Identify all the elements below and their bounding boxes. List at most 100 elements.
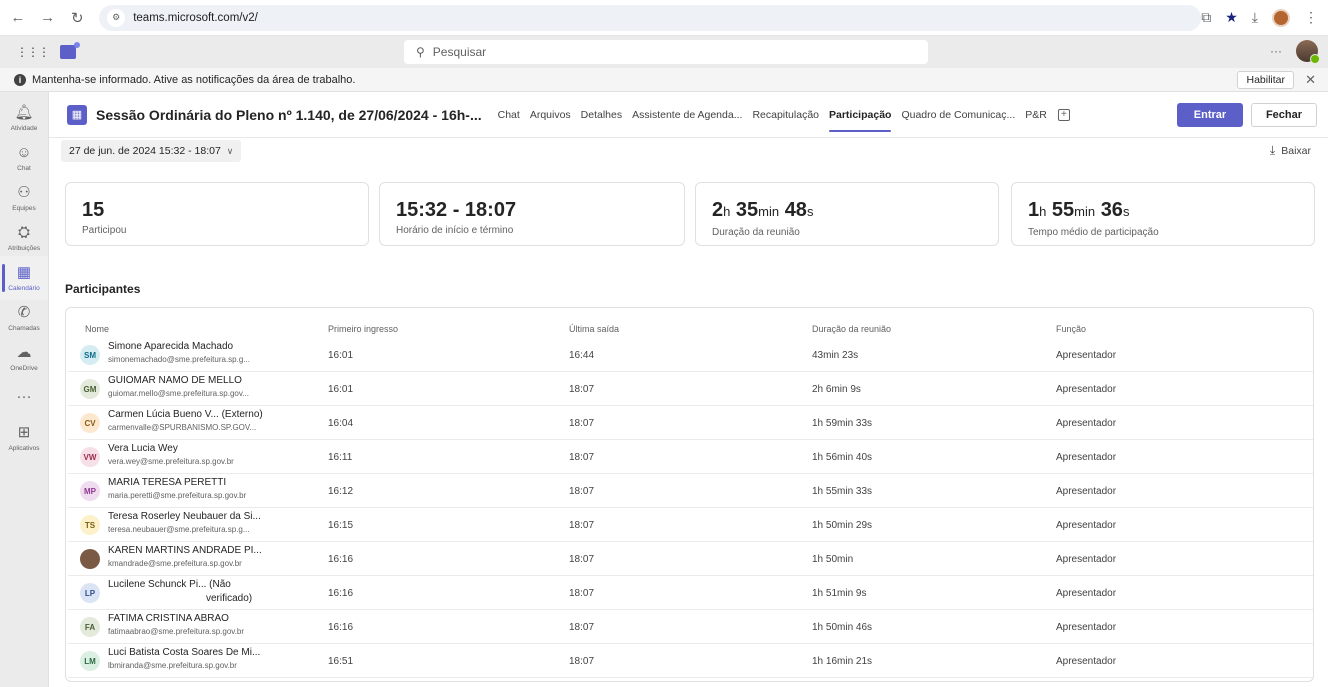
close-button[interactable]: Fechar xyxy=(1251,103,1317,127)
phone-icon: ✆ xyxy=(17,303,31,321)
last-leave-time: 18:07 xyxy=(569,452,595,463)
start-end-label: Horário de início e término xyxy=(396,225,514,236)
table-row[interactable]: SM Simone Aparecida Machado simonemachado@… xyxy=(68,338,1313,372)
info-icon: i xyxy=(14,73,26,86)
header-last-leave[interactable]: Última saída xyxy=(569,324,619,334)
header-duration[interactable]: Duração da reunião xyxy=(812,324,891,334)
table-row[interactable]: LP Lucilene Schunck Pi... (Não verificado)… xyxy=(68,576,1313,610)
rail-item-apps[interactable]: ⊞ Aplicativos xyxy=(0,416,48,460)
avatar xyxy=(80,549,100,569)
url-text: teams.microsoft.com/v2/ xyxy=(133,11,258,24)
tab-files[interactable]: Arquivos xyxy=(525,92,576,138)
download-button[interactable]: ⤓ Baixar xyxy=(1270,143,1311,158)
last-leave-time: 16:44 xyxy=(569,350,595,361)
header-first-join[interactable]: Primeiro ingresso xyxy=(328,324,398,334)
tab-chat[interactable]: Chat xyxy=(493,92,525,138)
attendance-duration: 43min 23s xyxy=(812,350,859,361)
attendance-duration: 1h 55min 33s xyxy=(812,486,873,497)
download-label: Baixar xyxy=(1281,144,1311,157)
attendance-duration: 1h 51min 9s xyxy=(812,588,867,599)
table-row[interactable]: CV Carmen Lúcia Bueno V... (Externo) carme… xyxy=(68,406,1313,440)
close-icon[interactable]: ✕ xyxy=(1305,72,1316,88)
last-leave-time: 18:07 xyxy=(569,622,595,633)
participant-name: Lucilene Schunck Pi... (Não xyxy=(108,579,231,590)
user-avatar[interactable] xyxy=(1296,40,1320,64)
rail-item-teams[interactable]: ⚇ Equipes xyxy=(0,176,48,220)
role: Apresentador xyxy=(1056,588,1117,599)
header-role[interactable]: Função xyxy=(1056,324,1086,334)
attendance-duration: 2h 6min 9s xyxy=(812,384,861,395)
table-row[interactable]: FA FATIMA CRISTINA ABRAO fatimaabrao@sme.p… xyxy=(68,610,1313,644)
download-icon[interactable]: ⤓ xyxy=(1252,9,1258,26)
bookmark-star-icon[interactable]: ★ xyxy=(1225,9,1238,26)
tab-qa[interactable]: P&R xyxy=(1020,92,1052,138)
stat-card-participants: 15 Participou xyxy=(65,182,369,246)
search-icon: ⚲ xyxy=(416,45,425,59)
rail-item-calendar[interactable]: ▦ Calendário xyxy=(0,256,48,300)
rail-item-activity[interactable]: 🔔︎ Atividade xyxy=(0,96,48,140)
avatar: SM xyxy=(80,345,100,365)
back-icon[interactable]: ← xyxy=(6,6,30,30)
role: Apresentador xyxy=(1056,520,1117,531)
site-info-icon[interactable]: ⚙ xyxy=(107,8,126,27)
participants-heading: Participantes xyxy=(65,282,141,296)
add-tab-icon[interactable]: + xyxy=(1057,108,1070,121)
first-join-time: 16:15 xyxy=(328,520,354,531)
rail-item-chat[interactable]: ☺ Chat xyxy=(0,136,48,180)
app-rail: 🔔︎ Atividade ☺ Chat ⚇ Equipes ⛭ Atribuiç… xyxy=(0,92,48,687)
header-name[interactable]: Nome xyxy=(85,324,109,334)
role: Apresentador xyxy=(1056,350,1117,361)
stat-card-average: 1h 55min 36s Tempo médio de participação xyxy=(1011,182,1315,246)
table-row[interactable]: TS Teresa Roserley Neubauer da Si... teres… xyxy=(68,508,1313,542)
date-range-dropdown[interactable]: 27 de jun. de 2024 15:32 - 18:07 ∨ xyxy=(61,140,242,162)
first-join-time: 16:11 xyxy=(328,452,353,463)
attendance-duration: 1h 16min 21s xyxy=(812,656,873,667)
avatar: TS xyxy=(80,515,100,535)
participant-name: Simone Aparecida Machado xyxy=(108,341,234,352)
last-leave-time: 18:07 xyxy=(569,486,595,497)
first-join-time: 16:16 xyxy=(328,588,354,599)
participant-name: KAREN MARTINS ANDRADE PI... xyxy=(108,545,262,556)
avatar: VW xyxy=(80,447,100,467)
attendance-duration: 1h 50min 29s xyxy=(812,520,873,531)
more-options-icon[interactable]: ··· xyxy=(1270,44,1282,58)
tab-agenda-assistant[interactable]: Assistente de Agenda... xyxy=(627,92,747,138)
tab-attendance[interactable]: Participação xyxy=(824,92,896,138)
participant-name: FATIMA CRISTINA ABRAO xyxy=(108,613,229,624)
table-row[interactable]: VW Vera Lucia Wey vera.wey@sme.prefeitura.… xyxy=(68,440,1313,474)
teams-header: ⋮⋮⋮ ⚲ Pesquisar ··· xyxy=(0,36,1328,68)
reload-icon[interactable]: ↻ xyxy=(65,6,89,30)
tab-communication-board[interactable]: Quadro de Comunicaç... xyxy=(896,92,1020,138)
rail-item-more[interactable]: ··· xyxy=(0,376,48,420)
address-bar[interactable]: ⚙ teams.microsoft.com/v2/ xyxy=(99,4,1202,31)
last-leave-time: 18:07 xyxy=(569,656,595,667)
last-leave-time: 18:07 xyxy=(569,520,595,531)
meeting-duration: 2h 35min 48s xyxy=(712,199,814,221)
last-leave-time: 18:07 xyxy=(569,418,595,429)
attendance-duration: 1h 50min 46s xyxy=(812,622,873,633)
first-join-time: 16:04 xyxy=(328,418,354,429)
install-app-icon[interactable]: ⧉ xyxy=(1201,9,1211,26)
last-leave-time: 18:07 xyxy=(569,588,595,599)
app-launcher-icon[interactable]: ⋮⋮⋮ xyxy=(16,45,50,59)
teams-logo-icon xyxy=(60,42,80,59)
table-row[interactable]: MP MARIA TERESA PERETTI maria.peretti@sme.… xyxy=(68,474,1313,508)
assignments-icon: ⛭ xyxy=(17,223,30,241)
enable-notifications-button[interactable]: Habilitar xyxy=(1237,71,1294,89)
join-button[interactable]: Entrar xyxy=(1177,103,1243,127)
profile-avatar[interactable] xyxy=(1272,8,1290,27)
calendar-icon: ▦ xyxy=(16,263,32,281)
table-row[interactable]: LM Luci Batista Costa Soares De Mi... lbmi… xyxy=(68,644,1313,678)
rail-item-assignments[interactable]: ⛭ Atribuições xyxy=(0,216,48,260)
table-row[interactable]: KAREN MARTINS ANDRADE PI... kmandrade@sme… xyxy=(68,542,1313,576)
browser-menu-icon[interactable]: ⋮ xyxy=(1304,9,1318,26)
table-row[interactable]: GM GUIOMAR NAMO DE MELLO guiomar.mello@sme… xyxy=(68,372,1313,406)
rail-item-calls[interactable]: ✆ Chamadas xyxy=(0,296,48,340)
search-input[interactable]: ⚲ Pesquisar xyxy=(404,40,928,64)
chevron-down-icon: ∨ xyxy=(226,145,234,156)
tab-details[interactable]: Detalhes xyxy=(576,92,627,138)
tab-recap[interactable]: Recapitulação xyxy=(747,92,824,138)
rail-item-onedrive[interactable]: ☁ OneDrive xyxy=(0,336,48,380)
attendance-duration: 1h 56min 40s xyxy=(812,452,873,463)
forward-icon[interactable]: → xyxy=(36,6,60,30)
